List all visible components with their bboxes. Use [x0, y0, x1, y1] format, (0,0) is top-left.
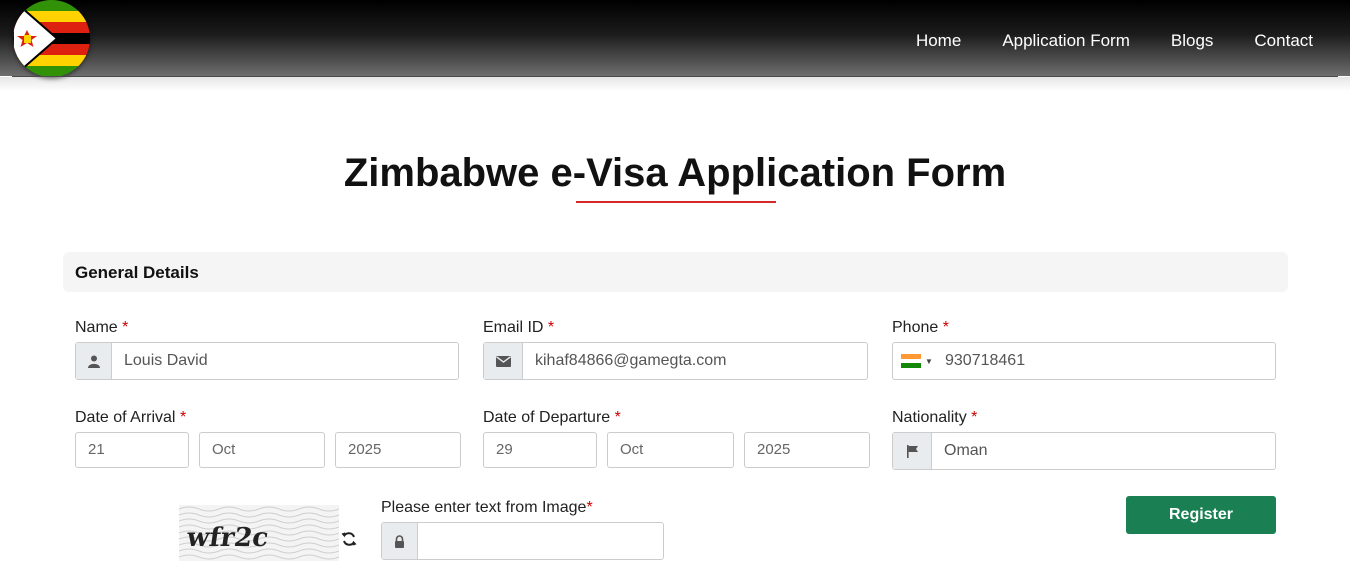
captcha-input[interactable] [418, 523, 663, 559]
phone-input[interactable] [937, 343, 1275, 379]
page-title: Zimbabwe e-Visa Application Form [343, 151, 1007, 195]
email-field [483, 342, 868, 380]
caret-down-icon: ▼ [925, 356, 933, 366]
departure-month-select[interactable]: Oct [607, 432, 734, 468]
user-icon [76, 343, 112, 379]
nav-home-link[interactable]: Home [916, 31, 961, 51]
name-field [75, 342, 459, 380]
arrival-month-select[interactable]: Oct [199, 432, 325, 468]
india-flag-icon [901, 354, 921, 369]
section-title: General Details [75, 263, 199, 282]
departure-label: Date of Departure * [483, 409, 621, 426]
zimbabwe-flag-logo[interactable] [13, 0, 90, 77]
nationality-field [892, 432, 1276, 470]
zimbabwe-flag-icon [13, 0, 90, 77]
name-label: Name * [75, 319, 129, 336]
arrival-day-select[interactable]: 21 [75, 432, 189, 468]
refresh-captcha-icon[interactable] [341, 531, 359, 549]
register-button[interactable]: Register [1126, 496, 1276, 534]
envelope-icon [484, 343, 523, 379]
nav-blogs-link[interactable]: Blogs [1171, 31, 1214, 51]
main-nav: Home Application Form Blogs Contact [916, 31, 1313, 51]
lock-icon [382, 523, 418, 559]
captcha-field [381, 522, 664, 560]
arrival-year-select[interactable]: 2025 [335, 432, 461, 468]
captcha-text: wfr2c [184, 523, 271, 553]
nav-contact-link[interactable]: Contact [1254, 31, 1313, 51]
name-input[interactable] [112, 343, 458, 379]
country-code-dropdown[interactable]: ▼ [893, 343, 937, 379]
phone-field: ▼ [892, 342, 1276, 380]
title-underline [576, 201, 776, 203]
nav-application-form-link[interactable]: Application Form [1002, 31, 1130, 51]
navbar-shadow [0, 77, 1350, 91]
top-navbar: Home Application Form Blogs Contact [0, 0, 1350, 77]
email-label: Email ID * [483, 319, 555, 336]
email-input[interactable] [523, 343, 867, 379]
nationality-input[interactable] [932, 433, 1275, 469]
departure-day-select[interactable]: 29 [483, 432, 597, 468]
general-details-section-header: General Details [63, 252, 1288, 292]
captcha-label: Please enter text from Image* [381, 499, 593, 516]
arrival-label: Date of Arrival * [75, 409, 187, 426]
departure-year-select[interactable]: 2025 [744, 432, 870, 468]
captcha-image: wfr2c [179, 505, 339, 561]
nationality-label: Nationality * [892, 409, 978, 426]
flag-icon [893, 433, 932, 469]
phone-label: Phone * [892, 319, 949, 336]
